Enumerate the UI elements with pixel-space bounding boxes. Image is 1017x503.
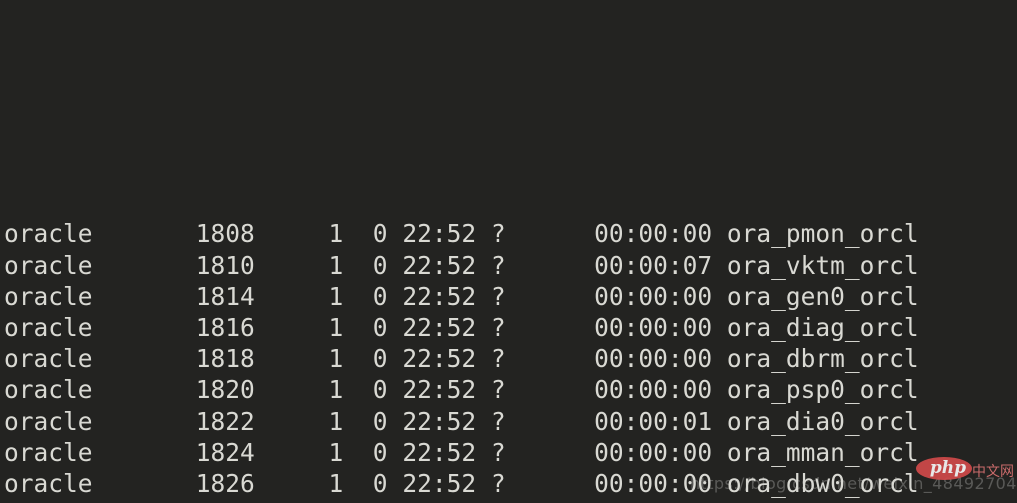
- cell-tty: ?: [476, 375, 506, 405]
- process-list: oracle 1808 1 0 22:52 ? 00:00:00 ora_pmo…: [4, 218, 1017, 503]
- table-row: oracle 1826 1 0 22:52 ? 00:00:00 ora_dbw…: [4, 468, 1017, 499]
- cell-tty: ?: [476, 281, 506, 311]
- cell-uid: oracle: [4, 375, 137, 405]
- cell-tty: ?: [476, 406, 506, 436]
- cell-time: 00:00:00: [505, 281, 713, 311]
- table-row: oracle 1808 1 0 22:52 ? 00:00:00 ora_pmo…: [4, 218, 1017, 249]
- cell-cmd: ora_dbw0_orcl: [712, 468, 919, 498]
- prompt-line: [oracle@oracle opt]$ ps -ef | grep ora_ …: [4, 94, 1017, 125]
- cell-cmd: ora_psp0_orcl: [712, 375, 919, 405]
- cell-cmd: ora_dbrm_orcl: [712, 344, 919, 374]
- cell-c: 0: [343, 344, 388, 374]
- cell-ppid: 1: [254, 468, 344, 498]
- table-row: oracle 1818 1 0 22:52 ? 00:00:00 ora_dbr…: [4, 343, 1017, 374]
- cell-ppid: 1: [254, 219, 344, 249]
- cell-uid: oracle: [4, 406, 137, 436]
- cell-c: 0: [343, 437, 388, 467]
- table-row: oracle 1820 1 0 22:52 ? 00:00:00 ora_psp…: [4, 374, 1017, 405]
- cell-cmd: ora_pmon_orcl: [712, 219, 919, 249]
- cell-pid: 1824: [136, 437, 255, 467]
- table-row: oracle 1824 1 0 22:52 ? 00:00:00 ora_mma…: [4, 437, 1017, 468]
- cell-stime: 22:52: [387, 344, 477, 374]
- cell-pid: 1814: [136, 281, 255, 311]
- cell-stime: 22:52: [387, 219, 477, 249]
- cell-c: 0: [343, 219, 388, 249]
- cell-time: 00:00:00: [505, 344, 713, 374]
- cell-uid: oracle: [4, 437, 137, 467]
- cell-ppid: 1: [254, 375, 344, 405]
- cell-time: 00:00:00: [505, 437, 713, 467]
- cell-time: 00:00:00: [505, 468, 713, 498]
- cell-ppid: 1: [254, 281, 344, 311]
- table-row: oracle 1814 1 0 22:52 ? 00:00:00 ora_gen…: [4, 281, 1017, 312]
- cell-stime: 22:52: [387, 312, 477, 342]
- table-row: oracle 1822 1 0 22:52 ? 00:00:01 ora_dia…: [4, 406, 1017, 437]
- cell-time: 00:00:07: [505, 250, 713, 280]
- cell-ppid: 1: [254, 344, 344, 374]
- cell-stime: 22:52: [387, 375, 477, 405]
- cell-time: 00:00:01: [505, 406, 713, 436]
- cell-c: 0: [343, 312, 388, 342]
- cell-stime: 22:52: [387, 468, 477, 498]
- cell-pid: 1818: [136, 344, 255, 374]
- cell-time: 00:00:00: [505, 219, 713, 249]
- cell-c: 0: [343, 406, 388, 436]
- cell-stime: 22:52: [387, 250, 477, 280]
- cell-pid: 1826: [136, 468, 255, 498]
- cell-tty: ?: [476, 344, 506, 374]
- cell-ppid: 1: [254, 312, 344, 342]
- cell-uid: oracle: [4, 344, 137, 374]
- cell-tty: ?: [476, 219, 506, 249]
- cell-cmd: ora_vktm_orcl: [712, 250, 919, 280]
- cell-ppid: 1: [254, 406, 344, 436]
- cell-tty: ?: [476, 468, 506, 498]
- cell-c: 0: [343, 250, 388, 280]
- cell-pid: 1810: [136, 250, 255, 280]
- cell-c: 0: [343, 468, 388, 498]
- terminal-window[interactable]: [oracle@oracle opt]$ ps -ef | grep ora_ …: [0, 0, 1017, 503]
- cell-uid: oracle: [4, 219, 137, 249]
- cell-tty: ?: [476, 437, 506, 467]
- cell-cmd: ora_dia0_orcl: [712, 406, 919, 436]
- cell-tty: ?: [476, 250, 506, 280]
- cell-pid: 1820: [136, 375, 255, 405]
- cell-uid: oracle: [4, 312, 137, 342]
- terminal-screen: [oracle@oracle opt]$ ps -ef | grep ora_ …: [4, 0, 1017, 503]
- cell-pid: 1816: [136, 312, 255, 342]
- cell-cmd: ora_mman_orcl: [712, 437, 919, 467]
- cell-time: 00:00:00: [505, 312, 713, 342]
- cell-uid: oracle: [4, 250, 137, 280]
- table-row: oracle 1816 1 0 22:52 ? 00:00:00 ora_dia…: [4, 312, 1017, 343]
- cell-uid: oracle: [4, 281, 137, 311]
- cell-ppid: 1: [254, 250, 344, 280]
- table-row: oracle 1828 1 0 22:52 ? 00:00:00 ora_lgw…: [4, 499, 1017, 503]
- cell-uid: oracle: [4, 468, 137, 498]
- cell-pid: 1808: [136, 219, 255, 249]
- cell-ppid: 1: [254, 437, 344, 467]
- cell-stime: 22:52: [387, 437, 477, 467]
- cell-stime: 22:52: [387, 406, 477, 436]
- cell-tty: ?: [476, 312, 506, 342]
- cell-pid: 1822: [136, 406, 255, 436]
- cell-time: 00:00:00: [505, 375, 713, 405]
- table-row: oracle 1810 1 0 22:52 ? 00:00:07 ora_vkt…: [4, 250, 1017, 281]
- cell-cmd: ora_gen0_orcl: [712, 281, 919, 311]
- cell-c: 0: [343, 281, 388, 311]
- cell-c: 0: [343, 375, 388, 405]
- cell-cmd: ora_diag_orcl: [712, 312, 919, 342]
- cell-stime: 22:52: [387, 281, 477, 311]
